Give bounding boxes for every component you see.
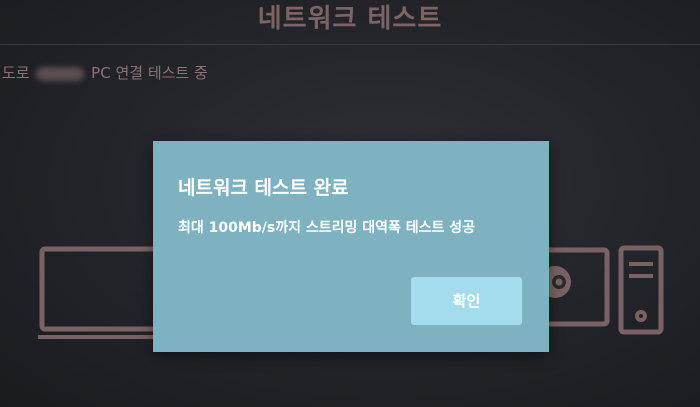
connection-status: 도로 PC 연결 테스트 중: [2, 62, 208, 83]
dialog-message: 최대 100Mb/s까지 스트리밍 대역폭 테스트 성공: [178, 220, 476, 236]
page-title: 네트워크 테스트: [257, 4, 443, 34]
network-test-complete-dialog: 네트워크 테스트 완료 최대 100Mb/s까지 스트리밍 대역폭 테스트 성공…: [153, 141, 549, 352]
status-suffix: PC 연결 테스트 중: [91, 64, 208, 82]
status-prefix: 도로: [2, 64, 30, 82]
confirm-button[interactable]: 확인: [411, 277, 522, 325]
redacted-pc-name: [36, 66, 85, 81]
dialog-title: 네트워크 테스트 완료: [178, 177, 349, 199]
pc-tower-icon: [618, 245, 664, 335]
title-divider: [0, 44, 700, 45]
tv-icon: [38, 246, 168, 339]
